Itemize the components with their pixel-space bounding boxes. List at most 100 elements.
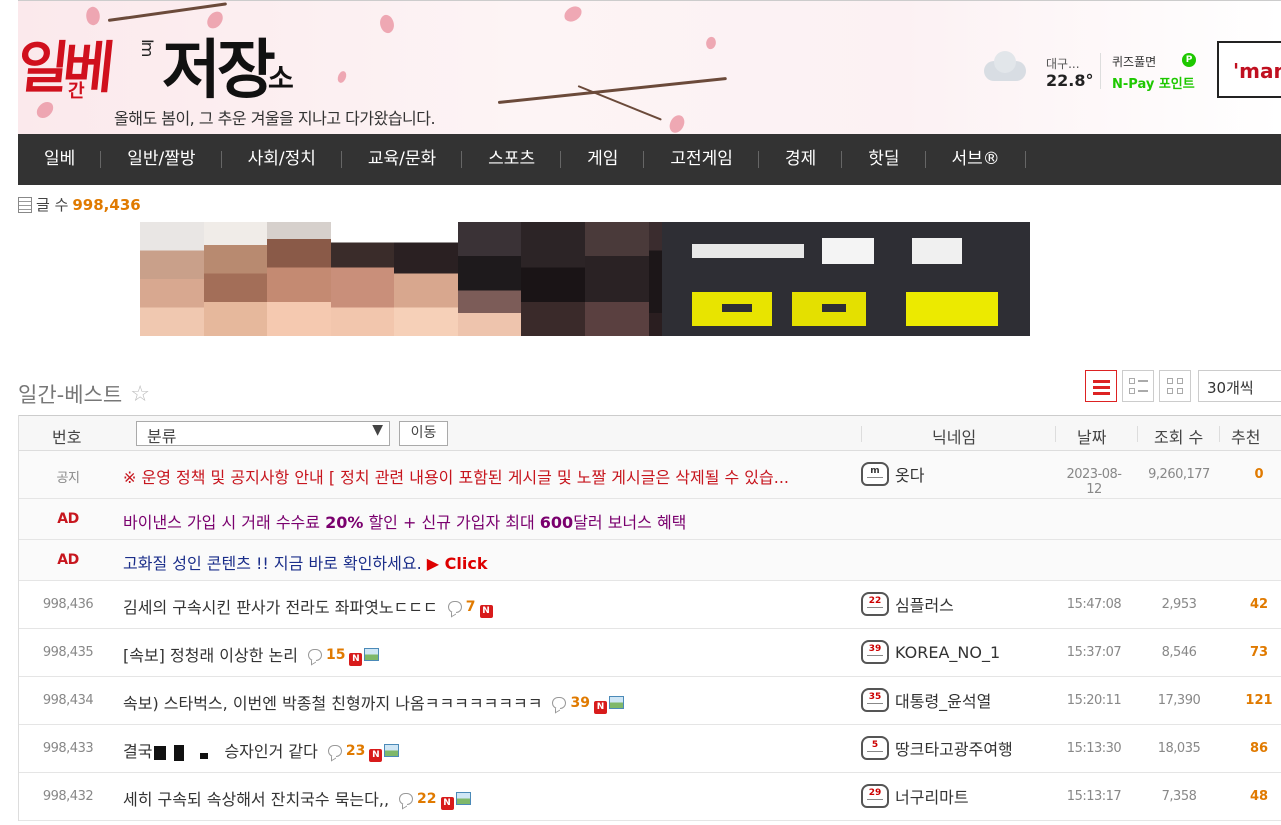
nav-item-game[interactable]: 게임 [561, 134, 645, 185]
post-title-text: [속보] 정청래 이상한 논리 [123, 646, 298, 665]
new-icon: N [440, 797, 454, 810]
divider [1100, 53, 1101, 89]
author-nick: 대통령_윤석열 [895, 692, 992, 711]
author[interactable]: 22 심플러스 [861, 592, 954, 616]
partner-banner[interactable]: 'man [1217, 41, 1281, 98]
table-header: 번호 분류 ▼ 이동 닉네임 날짜 조회 수 추천 [19, 415, 1281, 451]
nav-item-hotdeal[interactable]: 핫딜 [842, 134, 926, 185]
comment-count-value: 7 [465, 599, 476, 615]
author[interactable]: 5 땅크타고광주여행 [861, 736, 1013, 760]
petal-decoration [337, 70, 347, 84]
table-row[interactable]: 998,435 [속보] 정청래 이상한 논리 15 N 39 KOREA_NO_1 … [19, 629, 1281, 677]
logo-text-mid: Im [138, 39, 157, 56]
comment-count: 15 [307, 647, 346, 663]
author[interactable]: 39 KOREA_NO_1 [861, 640, 1000, 664]
post-title[interactable]: 속보) 스타벅스, 이번엔 박종철 친형까지 나옴ㅋㅋㅋㅋㅋㅋㅋㅋ 39 N [123, 690, 624, 714]
divider [861, 426, 862, 442]
list-view-button[interactable] [1085, 370, 1117, 402]
notice-title[interactable]: ※ 운영 정책 및 공지사항 안내 [ 정치 관련 내용이 포함된 게시글 및 … [123, 464, 789, 488]
image-icon [608, 696, 624, 709]
post-title-text: 세히 구속되 속상해서 잔치국수 묵는다,, [123, 790, 390, 809]
ad-title[interactable]: 고화질 성인 콘텐츠 !! 지금 바로 확인하세요. ▶ Click [123, 550, 487, 574]
logo-text-black: 저장 [162, 34, 276, 108]
weather-city: 대구... [1046, 57, 1080, 71]
post-title[interactable]: 결국 승자인거 같다 23 N [123, 738, 400, 762]
post-date: 2023-08-12 [1066, 467, 1122, 497]
ad-click-link[interactable]: ▶ Click [427, 554, 488, 573]
post-title-text: 결국 [123, 742, 153, 761]
nav-item-culture[interactable]: 교육/문화 [342, 134, 463, 185]
table-row[interactable]: 998,433 결국 승자인거 같다 23 N 5 땅크타고광주여행 15:13:30 … [19, 725, 1281, 773]
nav-item-general[interactable]: 일반/짤방 [101, 134, 222, 185]
post-rec: 86 [1249, 741, 1269, 756]
post-rec: 121 [1245, 693, 1273, 708]
post-no: 998,436 [42, 597, 94, 612]
header-date[interactable]: 날짜 [1077, 424, 1106, 448]
nav-item-retro-game[interactable]: 고전게임 [644, 134, 759, 185]
move-button[interactable]: 이동 [399, 421, 448, 446]
post-title-text: 속보) 스타벅스, 이번엔 박종철 친형까지 나옴ㅋㅋㅋㅋㅋㅋㅋㅋ [123, 694, 543, 713]
per-page-select[interactable]: 30개씩 [1198, 370, 1281, 402]
author[interactable]: 35 대통령_윤석열 [861, 688, 991, 712]
cloud-icon [984, 51, 1026, 81]
summary-view-button[interactable] [1122, 370, 1154, 402]
post-table: 번호 분류 ▼ 이동 닉네임 날짜 조회 수 추천 공지 ※ 운영 정책 및 공… [18, 415, 1281, 821]
post-date: 15:47:08 [1066, 597, 1122, 612]
new-icon: N [593, 701, 607, 714]
comment-count: 39 [552, 695, 590, 711]
nav-item-economy[interactable]: 경제 [759, 134, 843, 185]
nav-item-sub[interactable]: 서브® [926, 134, 1027, 185]
category-select-label: 분류 [147, 427, 177, 446]
partner-banner-text: 'man [1233, 59, 1281, 83]
ad-text-bold: 20% [325, 513, 364, 532]
level-icon: 29 [861, 784, 889, 808]
ad-label: AD [57, 552, 79, 568]
table-row[interactable]: 998,432 세히 구속되 속상해서 잔치국수 묵는다,, 22 N 29 너구리마… [19, 773, 1281, 821]
post-views: 18,035 [1157, 741, 1201, 756]
table-row[interactable]: 998,436 김세의 구속시킨 판사가 전라도 좌파엿노ㄷㄷㄷ 7 N 22 심플러… [19, 581, 1281, 629]
petal-decoration [705, 36, 717, 50]
comment-count-value: 15 [325, 647, 346, 663]
category-select[interactable]: 분류 ▼ [136, 421, 390, 446]
level-icon: m [861, 462, 889, 486]
gallery-view-button[interactable] [1159, 370, 1191, 402]
nav-item-politics[interactable]: 사회/정치 [222, 134, 343, 185]
notice-row[interactable]: 공지 ※ 운영 정책 및 공지사항 안내 [ 정치 관련 내용이 포함된 게시글… [19, 451, 1281, 499]
ad-row[interactable]: AD 바이낸스 가입 시 거래 수수료 20% 할인 + 신규 가입자 최대 6… [19, 499, 1281, 540]
ad-title[interactable]: 바이낸스 가입 시 거래 수수료 20% 할인 + 신규 가입자 최대 600달… [123, 509, 686, 533]
post-title-text: 김세의 구속시킨 판사가 전라도 좌파엿노ㄷㄷㄷ [123, 598, 438, 617]
author[interactable]: m 옷다 [861, 462, 924, 486]
image-icon [455, 792, 471, 805]
notice-label: 공지 [56, 471, 80, 486]
ad-row[interactable]: AD 고화질 성인 콘텐츠 !! 지금 바로 확인하세요. ▶ Click [19, 540, 1281, 581]
logo-text-red: 일베 [18, 36, 112, 101]
petal-decoration [668, 113, 686, 134]
author-nick: 심플러스 [895, 596, 954, 615]
post-no: 998,432 [42, 789, 94, 804]
star-icon[interactable]: ☆ [130, 382, 150, 407]
post-title[interactable]: [속보] 정청래 이상한 논리 15 N [123, 642, 380, 666]
header-rec[interactable]: 추천 [1231, 424, 1260, 448]
ad-text: 할인 + 신규 가입자 최대 [363, 513, 540, 532]
nav-item-sports[interactable]: 스포츠 [462, 134, 562, 185]
author[interactable]: 29 너구리마트 [861, 784, 969, 808]
new-icon: N [479, 605, 493, 618]
post-count-value: 998,436 [72, 195, 141, 214]
new-icon: N [369, 749, 383, 762]
comment-icon [552, 697, 567, 709]
comment-icon [307, 649, 322, 661]
nav-item-ilbe[interactable]: 일베 [18, 134, 102, 185]
header-views[interactable]: 조회 수 [1154, 424, 1203, 448]
site-logo[interactable]: 일베 간 Im 저장 소 [18, 15, 318, 115]
post-title[interactable]: 세히 구속되 속상해서 잔치국수 묵는다,, 22 N [123, 786, 471, 810]
new-icon: N [349, 653, 363, 666]
npay-quiz-link[interactable]: 퀴즈풀면 P N-Pay 포인트 [1112, 53, 1196, 92]
logo-text-sub: 간 [68, 81, 85, 102]
main-nav: 일베 일반/짤방 사회/정치 교육/문화 스포츠 게임 고전게임 경제 핫딜 서… [18, 134, 1281, 185]
censored-text [154, 745, 167, 760]
table-row[interactable]: 998,434 속보) 스타벅스, 이번엔 박종철 친형까지 나옴ㅋㅋㅋㅋㅋㅋㅋ… [19, 677, 1281, 725]
post-title[interactable]: 김세의 구속시킨 판사가 전라도 좌파엿노ㄷㄷㄷ 7 N [123, 594, 493, 618]
level-icon: 35 [861, 688, 889, 712]
ad-banner[interactable] [140, 222, 1030, 336]
weather-widget[interactable]: 대구... 22.8° [980, 51, 1093, 91]
